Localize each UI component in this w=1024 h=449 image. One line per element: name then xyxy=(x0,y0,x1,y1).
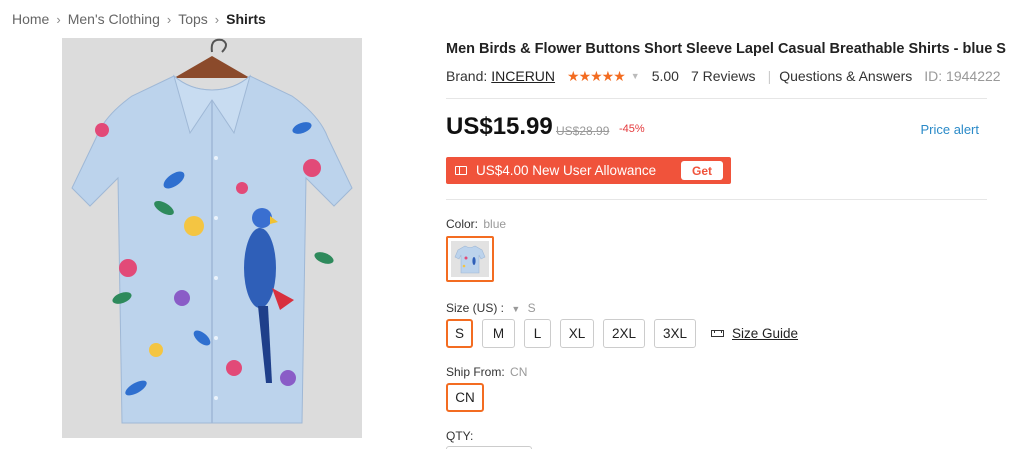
swatch-thumbnail xyxy=(451,241,489,277)
chevron-right-icon: › xyxy=(166,11,172,27)
price-alert-link[interactable]: Price alert xyxy=(920,122,979,137)
ship-from-label: Ship From: xyxy=(446,365,505,379)
product-info-panel: Men Birds & Flower Buttons Short Sleeve … xyxy=(446,0,1006,449)
discount-badge: -45% xyxy=(619,123,645,135)
brand-row: Brand: INCERUN ★★★★★ ▼ 5.00 7 Reviews | … xyxy=(446,67,1001,85)
size-options: S M L XL 2XL 3XL Size Guide xyxy=(446,319,798,348)
size-option-l[interactable]: L xyxy=(524,319,551,348)
rating-stars[interactable]: ★★★★★ xyxy=(567,68,626,85)
ship-from-option-cn[interactable]: CN xyxy=(446,383,484,412)
product-image[interactable] xyxy=(62,38,362,438)
size-option-xl[interactable]: XL xyxy=(560,319,594,348)
qty-label-row: QTY: xyxy=(446,429,473,443)
ship-from-value: CN xyxy=(510,365,528,379)
size-guide-link[interactable]: Size Guide xyxy=(711,326,798,341)
color-label-row: Color: blue xyxy=(446,217,506,231)
qty-label: QTY: xyxy=(446,429,474,443)
chevron-right-icon: › xyxy=(56,11,61,27)
questions-answers-link[interactable]: Questions & Answers xyxy=(779,68,912,84)
size-guide-label: Size Guide xyxy=(732,326,799,341)
breadcrumb-shirts: Shirts xyxy=(226,11,266,27)
size-option-2xl[interactable]: 2XL xyxy=(603,319,645,348)
price-row: US$15.99 US$28.99 -45% Price alert xyxy=(446,113,987,145)
color-swatch-blue[interactable] xyxy=(446,236,494,282)
new-user-allowance-banner[interactable]: US$4.00 New User Allowance Get xyxy=(446,157,731,184)
breadcrumb-home[interactable]: Home xyxy=(12,11,49,27)
brand-link[interactable]: INCERUN xyxy=(491,68,555,84)
get-allowance-button[interactable]: Get xyxy=(681,161,723,180)
breadcrumb: Home › Men's Clothing › Tops › Shirts xyxy=(12,10,266,28)
breadcrumb-tops[interactable]: Tops xyxy=(178,11,208,27)
product-title: Men Birds & Flower Buttons Short Sleeve … xyxy=(446,41,1006,57)
brand-label: Brand: xyxy=(446,68,488,84)
shirt-thumbnail-icon xyxy=(454,245,486,274)
size-option-3xl[interactable]: 3XL xyxy=(654,319,696,348)
size-option-m[interactable]: M xyxy=(482,319,515,348)
product-id: ID: 1944222 xyxy=(924,68,1001,84)
current-price: US$15.99 xyxy=(446,113,553,140)
ship-from-label-row: Ship From: CN xyxy=(446,365,527,379)
size-label: Size (US) : xyxy=(446,301,505,315)
size-option-s[interactable]: S xyxy=(446,319,473,348)
color-label: Color: xyxy=(446,217,479,231)
breadcrumb-mens-clothing[interactable]: Men's Clothing xyxy=(68,11,160,27)
size-value: S xyxy=(527,301,536,315)
reviews-link[interactable]: 7 Reviews xyxy=(691,68,756,84)
caret-down-icon[interactable]: ▼ xyxy=(631,71,640,81)
caret-down-icon: ▼ xyxy=(511,304,521,314)
chevron-right-icon: › xyxy=(214,11,220,27)
shirt-illustration xyxy=(71,38,353,424)
original-price: US$28.99 xyxy=(556,124,610,138)
ruler-icon xyxy=(711,330,724,337)
color-value: blue xyxy=(483,217,507,231)
divider: | xyxy=(767,68,772,84)
allowance-text: US$4.00 New User Allowance xyxy=(476,163,657,178)
rating-value: 5.00 xyxy=(651,68,679,84)
size-label-row: Size (US) : ▼ S xyxy=(446,301,536,315)
divider xyxy=(446,199,987,200)
coupon-icon xyxy=(455,166,467,175)
divider xyxy=(446,98,987,99)
